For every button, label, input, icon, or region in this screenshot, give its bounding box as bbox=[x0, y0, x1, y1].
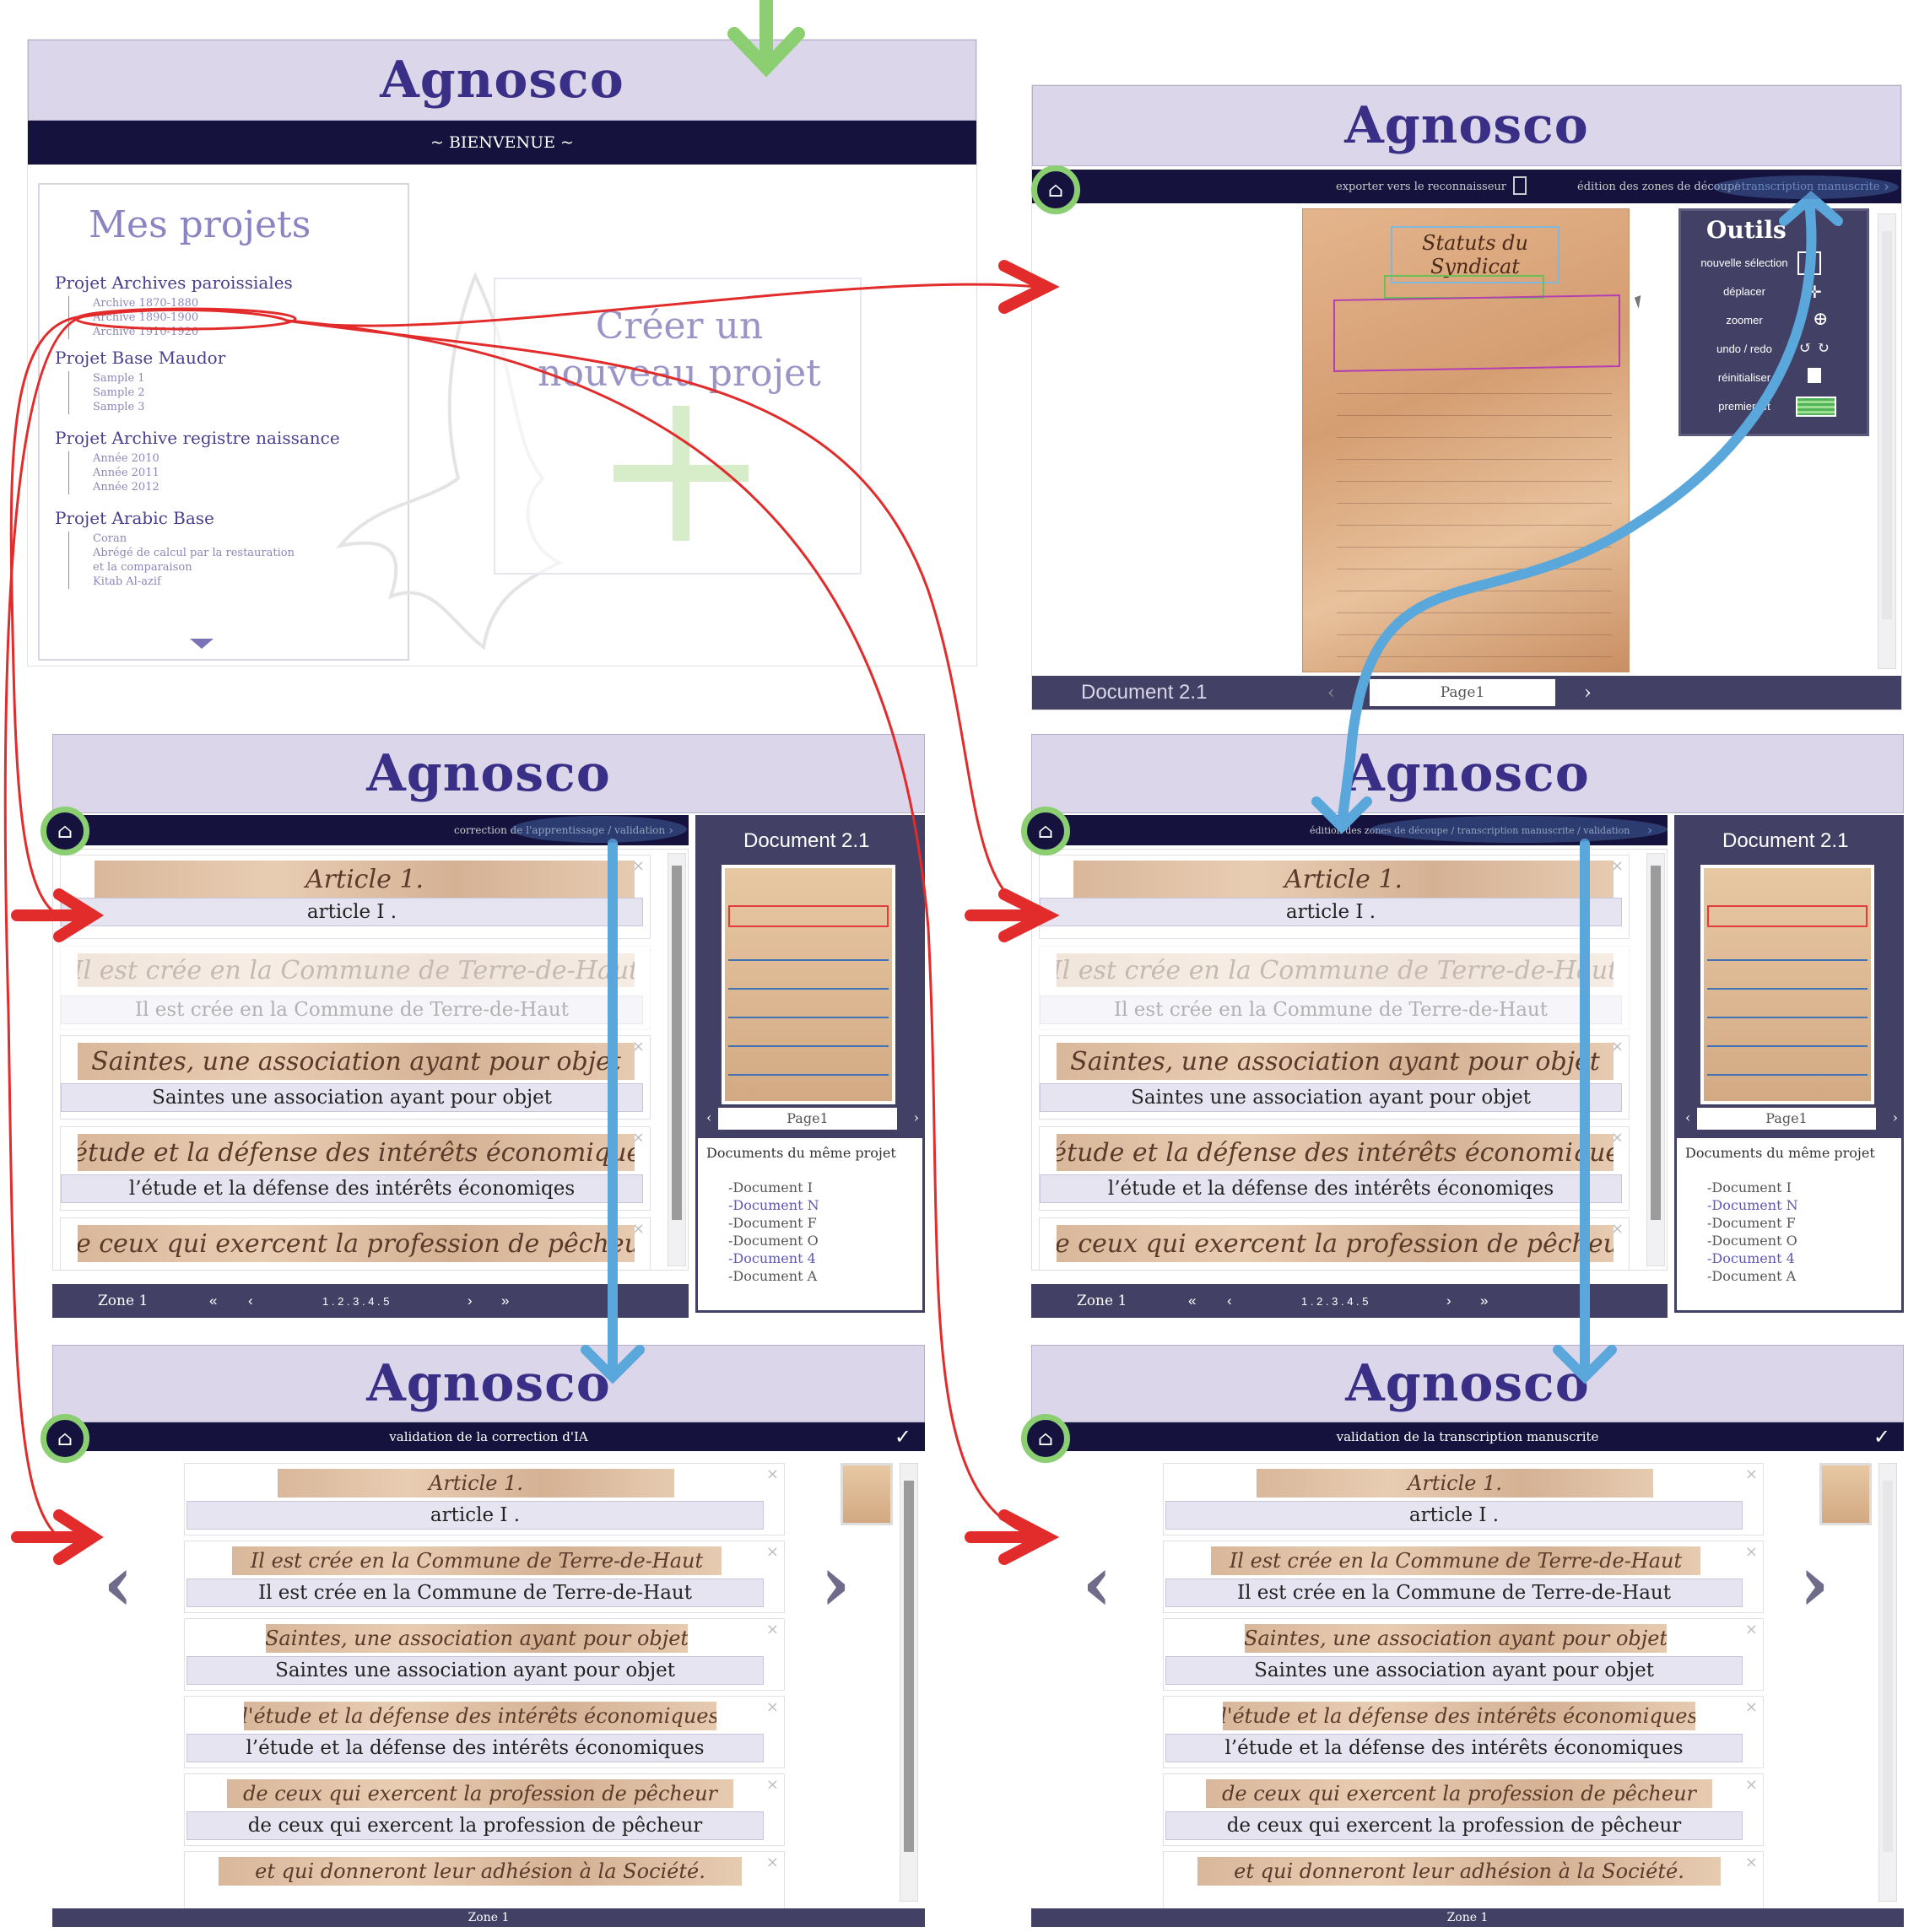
flow-arrows bbox=[3, 0, 1899, 1565]
